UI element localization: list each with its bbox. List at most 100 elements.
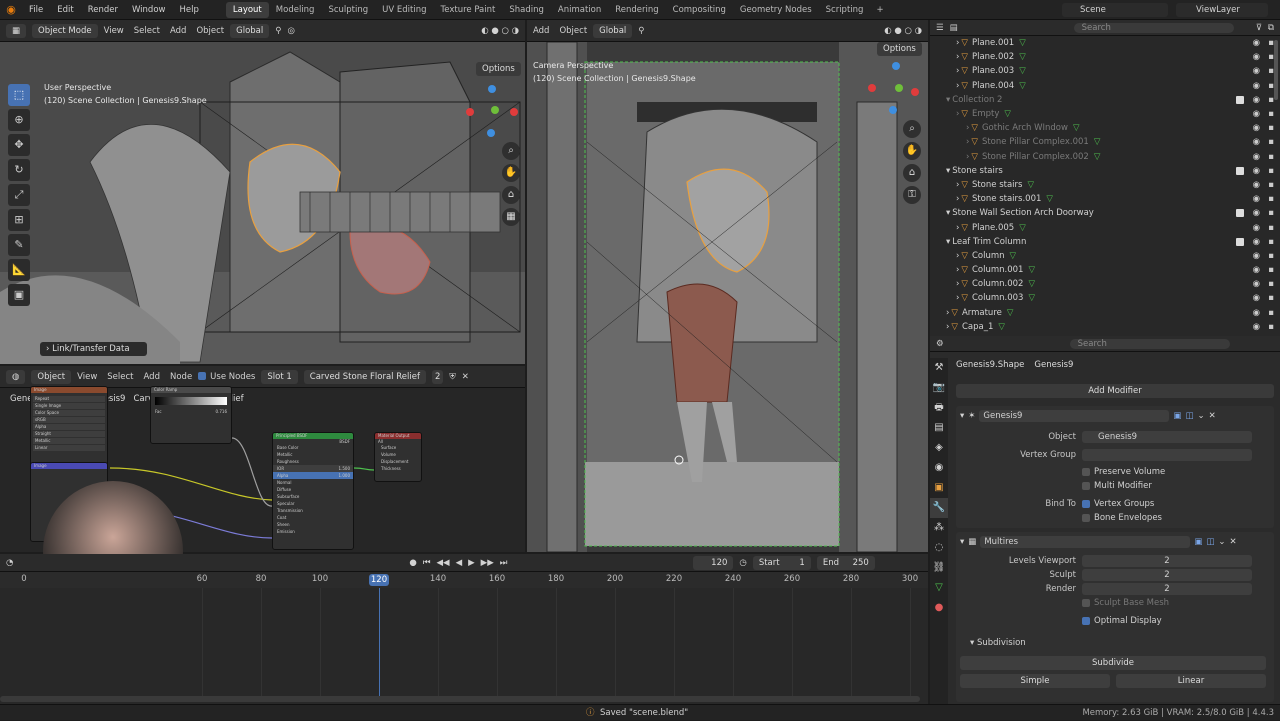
render-camera-icon[interactable]: ▪ xyxy=(1268,293,1274,303)
data-tab-icon[interactable]: ▽ xyxy=(930,578,948,598)
outliner-row[interactable]: › ▽ Stone Pillar Complex.002 ▽ ◉ ▪ xyxy=(930,150,1280,164)
visibility-eye-icon[interactable]: ◉ xyxy=(1253,95,1260,105)
outliner-row[interactable]: › ▽ Plane.003 ▽ ◉ ▪ xyxy=(930,64,1280,78)
outliner-scrollbar[interactable] xyxy=(1274,40,1278,100)
jump-start-icon[interactable]: ⏮ xyxy=(423,558,431,568)
workspace-tab-scripting[interactable]: Scripting xyxy=(819,2,871,18)
multi-modifier-toggle[interactable]: Multi Modifier xyxy=(1082,481,1152,491)
add-workspace-button[interactable]: + xyxy=(870,5,889,15)
multires-modifier-name[interactable]: Multires xyxy=(980,536,1191,548)
visibility-eye-icon[interactable]: ◉ xyxy=(1253,237,1260,247)
remove-modifier-icon[interactable]: ✕ xyxy=(1209,411,1216,421)
outliner-row[interactable]: › ▽ Plane.005 ▽ ◉ ▪ xyxy=(930,220,1280,234)
visibility-eye-icon[interactable]: ◉ xyxy=(1253,123,1260,133)
visibility-eye-icon[interactable]: ◉ xyxy=(1253,223,1260,233)
outliner-item-label[interactable]: Stone Pillar Complex.002 xyxy=(982,152,1089,162)
modifier-menu-icon[interactable]: ⌄ xyxy=(1197,411,1204,421)
physics-tab-icon[interactable]: ◌ xyxy=(930,538,948,558)
menu-render[interactable]: Render xyxy=(81,5,125,15)
multires-menu-icon[interactable]: ⌄ xyxy=(1218,537,1225,547)
preserve-volume-toggle[interactable]: Preserve Volume xyxy=(1082,467,1165,477)
armature-modifier-name[interactable]: Genesis9 xyxy=(979,410,1170,422)
new-collection-icon[interactable]: ⧉ xyxy=(1268,23,1274,33)
workspace-tab-compositing[interactable]: Compositing xyxy=(666,2,733,18)
vertex-groups-toggle[interactable]: Vertex Groups xyxy=(1082,499,1154,509)
outliner-expand-chevron-icon[interactable]: › xyxy=(966,123,969,133)
mesh-data-icon[interactable]: ▽ xyxy=(1019,52,1026,62)
material-selector[interactable]: Carved Stone Floral Relief xyxy=(303,369,426,384)
stopwatch-icon[interactable]: ◷ xyxy=(739,558,746,568)
snap-icon[interactable]: ⚲ xyxy=(275,26,281,36)
mesh-data-icon[interactable]: ▽ xyxy=(1007,308,1014,318)
render-camera-icon[interactable]: ▪ xyxy=(1268,123,1274,133)
use-nodes-checkbox[interactable] xyxy=(198,372,207,380)
menu-window[interactable]: Window xyxy=(125,5,173,15)
editor-type-button[interactable]: ▦ xyxy=(6,23,27,38)
outliner-expand-chevron-icon[interactable]: › xyxy=(956,66,959,76)
outliner-row[interactable]: ▾ Leaf Trim Column ◉ ▪ xyxy=(930,235,1280,249)
left-3d-viewport[interactable]: ▦ Object Mode View Select Add Object Global… xyxy=(0,20,525,364)
outliner-row[interactable]: › ▽ Armature ▽ ◉ ▪ xyxy=(930,306,1280,320)
right-snap-icon[interactable]: ⚲ xyxy=(638,26,644,36)
node-menu-add[interactable]: Add xyxy=(144,372,160,382)
right-pan-hand-icon[interactable]: ✋ xyxy=(903,142,921,160)
outliner-expand-chevron-icon[interactable]: › xyxy=(956,109,959,119)
outliner-expand-chevron-icon[interactable]: › xyxy=(956,194,959,204)
mesh-data-icon[interactable]: ▽ xyxy=(1019,81,1026,91)
object-tab-icon[interactable]: ▣ xyxy=(930,478,948,498)
timeline-ruler[interactable]: 0 60 80 100 120 140 160 180 200 220 240 260 280 300 xyxy=(0,572,928,588)
menu-edit[interactable]: Edit xyxy=(50,5,80,15)
transform-orientation-dropdown[interactable]: Global xyxy=(230,23,270,38)
multi-modifier-checkbox[interactable] xyxy=(1082,481,1090,490)
subdivision-subpanel-header[interactable]: ▾ Subdivision xyxy=(970,638,1026,648)
visibility-eye-icon[interactable]: ◉ xyxy=(1253,180,1260,190)
linear-button[interactable]: Linear xyxy=(1116,674,1266,688)
outliner-expand-chevron-icon[interactable]: › xyxy=(946,308,949,318)
material-users-count[interactable]: 2 xyxy=(431,369,444,384)
right-3d-viewport[interactable]: Add Object Global ⚲ ◐ ● ○ ◑ Camera Persp… xyxy=(527,20,928,552)
render-camera-icon[interactable]: ▪ xyxy=(1268,308,1274,318)
workspace-tab-animation[interactable]: Animation xyxy=(551,2,608,18)
render-camera-icon[interactable]: ▪ xyxy=(1268,251,1274,261)
filter-icon[interactable]: ⊽ xyxy=(1256,23,1262,33)
render-tab-icon[interactable]: 📷 xyxy=(930,378,948,398)
outliner-row[interactable]: › ▽ Empty ▽ ◉ ▪ xyxy=(930,107,1280,121)
workspace-tab-sculpting[interactable]: Sculpting xyxy=(321,2,375,18)
visibility-eye-icon[interactable]: ◉ xyxy=(1253,52,1260,62)
render-camera-icon[interactable]: ▪ xyxy=(1268,137,1274,147)
mesh-data-icon[interactable]: ▽ xyxy=(998,322,1005,332)
timeline-scrollbar[interactable] xyxy=(0,696,920,702)
mesh-data-icon[interactable]: ▽ xyxy=(1019,66,1026,76)
render-camera-icon[interactable]: ▪ xyxy=(1268,265,1274,275)
visibility-eye-icon[interactable]: ◉ xyxy=(1253,166,1260,176)
outliner-item-label[interactable]: Stone stairs xyxy=(952,166,1003,176)
left-menu-add[interactable]: Add xyxy=(170,26,186,36)
outliner-expand-chevron-icon[interactable]: ▾ xyxy=(946,237,950,247)
outliner-row[interactable]: › ▽ Capa_1 ▽ ◉ ▪ xyxy=(930,320,1280,334)
workspace-tab-rendering[interactable]: Rendering xyxy=(608,2,665,18)
properties-editor[interactable]: ⚙ Search ⚒ 📷 🖶 ▤ ◈ ◉ ▣ 🔧 ⁂ ◌ ⛓ ▽ ● Genes… xyxy=(930,336,1280,704)
vertex-groups-checkbox[interactable] xyxy=(1082,499,1090,508)
right-menu-add[interactable]: Add xyxy=(533,26,549,36)
mesh-data-icon[interactable]: ▽ xyxy=(1027,180,1034,190)
vertex-group-field[interactable] xyxy=(1082,449,1252,461)
sculpt-base-mesh-checkbox[interactable] xyxy=(1082,598,1090,607)
move-icon[interactable]: ✥ xyxy=(8,134,30,156)
outliner-expand-chevron-icon[interactable]: › xyxy=(956,223,959,233)
node-menu-select[interactable]: Select xyxy=(107,372,133,382)
playhead-frame-badge[interactable]: 120 xyxy=(369,574,389,586)
mesh-data-icon[interactable]: ▽ xyxy=(1019,38,1026,48)
scene-selector[interactable]: Scene xyxy=(1062,3,1168,17)
left-viewport-canvas[interactable]: User Perspective (120) Scene Collection … xyxy=(0,42,525,364)
workspace-tab-layout[interactable]: Layout xyxy=(225,1,269,18)
mesh-data-icon[interactable]: ▽ xyxy=(1019,223,1026,233)
outliner-item-label[interactable]: Plane.005 xyxy=(972,223,1014,233)
outliner-expand-chevron-icon[interactable]: › xyxy=(956,279,959,289)
rotate-icon[interactable]: ↻ xyxy=(8,159,30,181)
menu-help[interactable]: Help xyxy=(172,5,205,15)
outliner-item-label[interactable]: Plane.003 xyxy=(972,66,1014,76)
unlink-material-icon[interactable]: ✕ xyxy=(462,372,469,382)
properties-breadcrumb-item[interactable]: Genesis9.Shape xyxy=(956,360,1024,370)
camera-view-icon[interactable]: ⌂ xyxy=(502,186,520,204)
left-menu-object[interactable]: Object xyxy=(196,26,224,36)
